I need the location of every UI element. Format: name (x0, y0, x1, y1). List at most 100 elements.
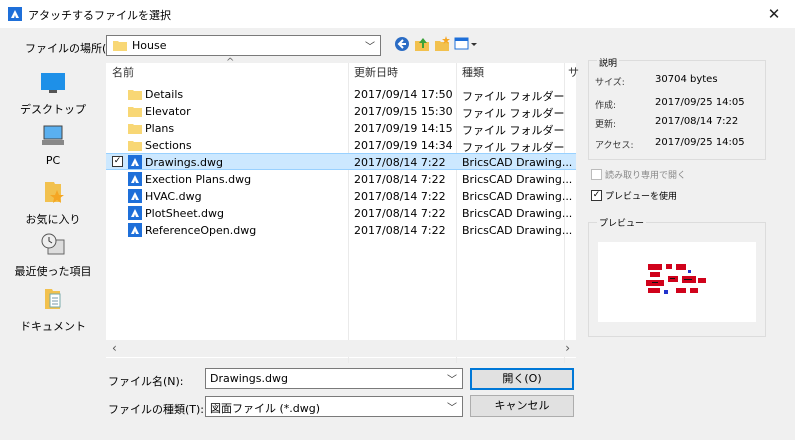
place-label: デスクトップ (20, 103, 86, 116)
file-type: BricsCAD Drawing... (462, 224, 573, 237)
file-type: ファイル フォルダー (462, 107, 565, 120)
computer-icon (42, 125, 64, 145)
file-date: 2017/09/19 14:34 (354, 139, 453, 152)
dwg-file-icon (128, 223, 142, 237)
info-created-value: 2017/09/25 14:05 (655, 97, 745, 108)
file-date: 2017/08/14 7:22 (354, 224, 446, 237)
view-menu-icon[interactable] (454, 35, 478, 53)
file-name: ReferenceOpen.dwg (145, 224, 257, 237)
dwg-file-icon (128, 206, 142, 220)
info-access-value: 2017/09/25 14:05 (655, 137, 745, 148)
drawing-preview-image (598, 242, 756, 322)
folder-icon (128, 124, 142, 134)
file-type: ファイル フォルダー (462, 90, 565, 103)
readonly-label: 読み取り専用で開く (605, 171, 687, 181)
preview-title: プレビュー (597, 216, 647, 229)
filetype-value: 図面ファイル (*.dwg) (210, 402, 321, 415)
place-recent[interactable]: 最近使った項目 (8, 232, 98, 279)
column-header-name[interactable]: 名前 (112, 63, 134, 83)
folder-icon (113, 41, 127, 51)
row-checkbox[interactable]: ✓ (112, 156, 123, 167)
close-button[interactable]: ✕ (762, 4, 786, 24)
dwg-file-icon (128, 155, 142, 169)
file-date: 2017/08/14 7:22 (354, 173, 446, 186)
place-label: 最近使った項目 (14, 265, 92, 278)
file-row[interactable]: Details 2017/09/14 17:50 ファイル フォルダー (106, 86, 576, 103)
dwg-file-icon (128, 189, 142, 203)
folder-icon (128, 90, 142, 100)
file-name: Elevator (145, 105, 191, 118)
location-label: ファイルの場所(I): (25, 42, 118, 55)
filetype-select[interactable]: 図面ファイル (*.dwg) ﹀ (205, 396, 463, 417)
chevron-down-icon: ﹀ (447, 403, 457, 414)
recent-items-icon (41, 233, 65, 255)
favorites-star-icon (45, 182, 64, 203)
column-header-type[interactable]: 種類 (462, 63, 484, 83)
place-desktop[interactable]: デスクトップ (8, 72, 98, 117)
file-row[interactable]: Sections 2017/09/19 14:34 ファイル フォルダー (106, 137, 576, 154)
column-header-modified[interactable]: 更新日時 (354, 63, 398, 83)
file-name: PlotSheet.dwg (145, 207, 224, 220)
file-type: BricsCAD Drawing... (462, 190, 573, 203)
info-created-label: 作成: (595, 101, 617, 111)
place-label: PC (45, 154, 61, 167)
file-row[interactable]: Elevator 2017/09/15 15:30 ファイル フォルダー (106, 103, 576, 120)
file-list[interactable]: ^ 名前 更新日時 種類 サ Details 2017/09/14 17:50 … (106, 57, 579, 363)
file-date: 2017/09/14 17:50 (354, 88, 453, 101)
back-icon[interactable] (393, 35, 411, 53)
window-title: アタッチするファイルを選択 (28, 9, 171, 22)
info-size-value: 30704 bytes (655, 74, 718, 85)
place-label: お気に入り (25, 213, 81, 226)
file-row[interactable]: Plans 2017/09/19 14:15 ファイル フォルダー (106, 120, 576, 137)
chevron-down-icon: ﹀ (365, 42, 375, 53)
bricscad-app-icon (8, 7, 22, 21)
file-name: Plans (145, 122, 175, 135)
info-title: 説明 (597, 56, 620, 69)
file-row[interactable]: PlotSheet.dwg 2017/08/14 7:22 BricsCAD D… (106, 205, 576, 222)
file-type: BricsCAD Drawing... (462, 156, 573, 169)
folder-icon (128, 107, 142, 117)
open-button[interactable]: 開く(O) (470, 368, 574, 390)
scroll-left-icon[interactable]: ‹ (112, 341, 117, 355)
file-name: Details (145, 88, 184, 101)
file-date: 2017/08/14 7:22 (354, 190, 446, 203)
dwg-file-icon (128, 172, 142, 186)
preview-checkbox[interactable]: ✓ (591, 190, 602, 201)
filename-value: Drawings.dwg (210, 372, 288, 385)
new-folder-icon[interactable] (433, 35, 451, 53)
place-label: ドキュメント (20, 320, 86, 333)
scroll-right-icon[interactable]: › (565, 341, 570, 355)
folder-icon (128, 141, 142, 151)
file-type: ファイル フォルダー (462, 124, 565, 137)
preview-label: プレビューを使用 (605, 192, 678, 202)
chevron-down-icon[interactable]: ﹀ (447, 371, 457, 386)
filename-label: ファイル名(N): (108, 375, 184, 388)
readonly-checkbox[interactable] (591, 169, 602, 180)
file-type: BricsCAD Drawing... (462, 173, 573, 186)
location-value: House (132, 39, 167, 52)
desktop-icon (41, 73, 65, 93)
file-row-selected[interactable]: ✓ Drawings.dwg 2017/08/14 7:22 BricsCAD … (106, 153, 576, 170)
file-date: 2017/08/14 7:22 (354, 207, 446, 220)
file-name: Sections (145, 139, 192, 152)
file-date: 2017/08/14 7:22 (354, 156, 446, 169)
documents-icon (45, 289, 61, 309)
location-combobox[interactable]: House ﹀ (106, 35, 381, 56)
file-row[interactable]: HVAC.dwg 2017/08/14 7:22 BricsCAD Drawin… (106, 188, 576, 205)
up-folder-icon[interactable] (413, 35, 431, 53)
info-updated-value: 2017/08/14 7:22 (655, 116, 739, 127)
file-type: BricsCAD Drawing... (462, 207, 573, 220)
file-row[interactable]: ReferenceOpen.dwg 2017/08/14 7:22 BricsC… (106, 222, 576, 239)
file-name: HVAC.dwg (145, 190, 202, 203)
place-favorites[interactable]: お気に入り (8, 180, 98, 227)
file-date: 2017/09/19 14:15 (354, 122, 453, 135)
horizontal-scrollbar[interactable]: ‹ › (106, 340, 576, 357)
cancel-button[interactable]: キャンセル (470, 395, 574, 417)
place-pc[interactable]: PC (8, 125, 98, 167)
place-documents[interactable]: ドキュメント (8, 287, 98, 334)
column-header-size[interactable]: サ (568, 63, 579, 83)
file-date: 2017/09/15 15:30 (354, 105, 453, 118)
filename-input[interactable]: Drawings.dwg ﹀ (205, 368, 463, 389)
sort-ascending-icon: ^ (226, 57, 235, 68)
file-row[interactable]: Exection Plans.dwg 2017/08/14 7:22 Brics… (106, 171, 576, 188)
